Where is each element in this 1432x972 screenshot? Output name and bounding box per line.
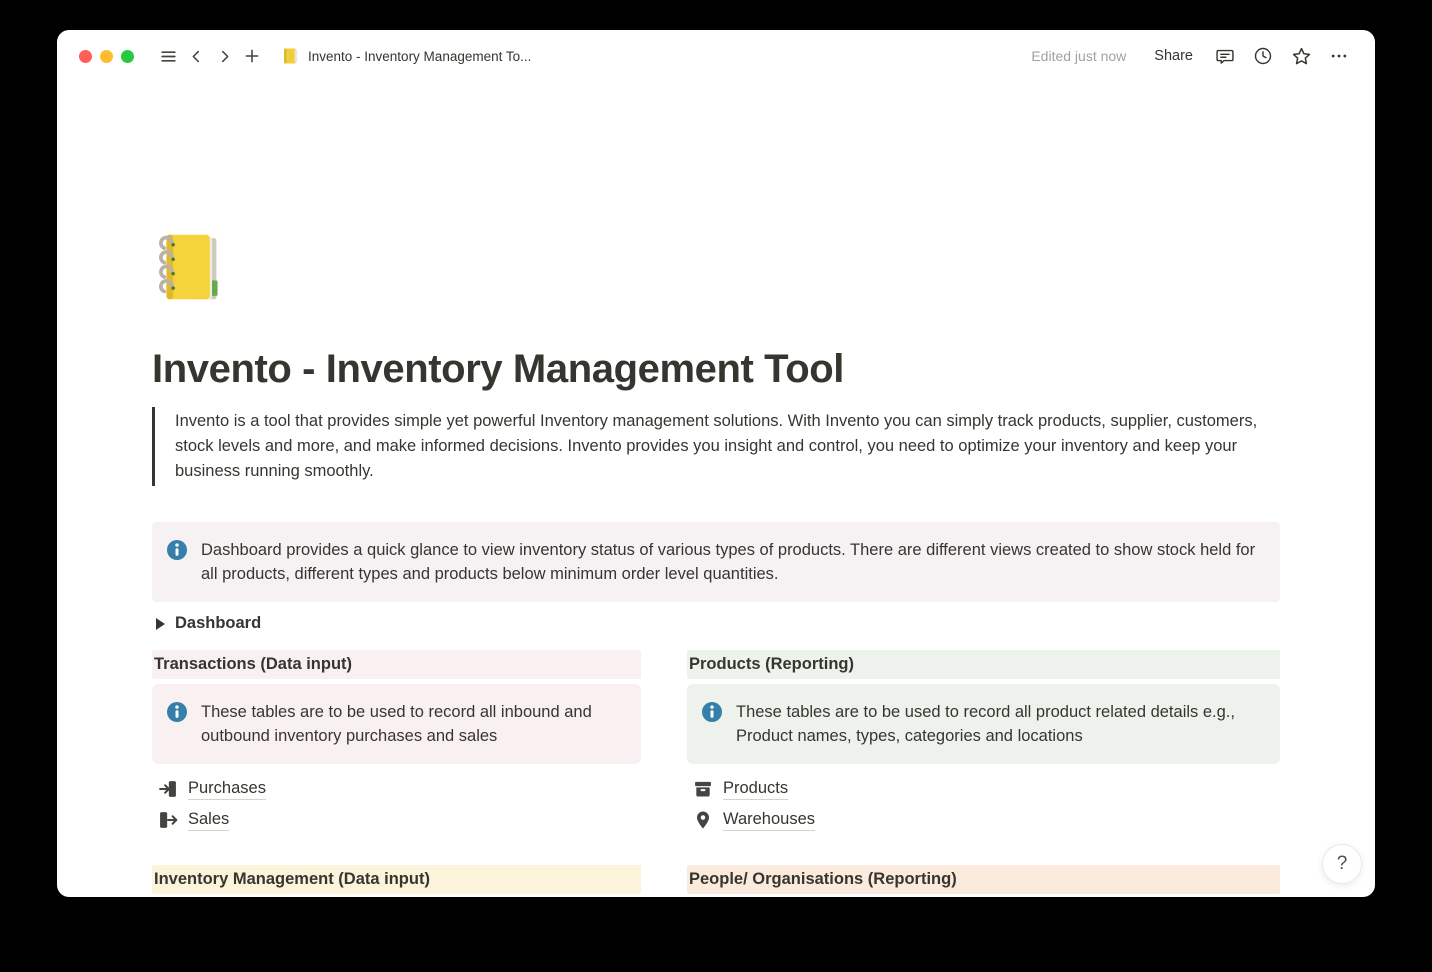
page-link-label: Warehouses [723, 808, 815, 831]
history-icon[interactable] [1249, 42, 1277, 70]
section-transactions: Transactions (Data input) These tables a… [152, 650, 641, 835]
page-link-label: Products [723, 777, 788, 800]
section-title: Products (Reporting) [689, 655, 854, 674]
section-header: People/ Organisations (Reporting) [687, 865, 1280, 894]
notebook-icon [282, 47, 300, 65]
toggle-arrow-icon [156, 618, 165, 630]
section-title: Transactions (Data input) [154, 655, 352, 674]
dashboard-callout-text: Dashboard provides a quick glance to vie… [201, 538, 1264, 586]
close-window-icon[interactable] [79, 50, 92, 63]
dashboard-toggle[interactable]: Dashboard [152, 614, 1280, 633]
section-links: Purchases Sales [152, 773, 641, 835]
zoom-window-icon[interactable] [121, 50, 134, 63]
dashboard-callout: Dashboard provides a quick glance to vie… [152, 522, 1280, 602]
info-icon [166, 539, 188, 561]
info-icon [701, 701, 723, 723]
share-button[interactable]: Share [1146, 44, 1201, 68]
title-bar: Invento - Inventory Management To... Edi… [57, 30, 1375, 82]
info-icon [166, 701, 188, 723]
section-people-organisations: People/ Organisations (Reporting) These … [687, 865, 1280, 897]
section-links: Products Warehouses [687, 773, 1280, 835]
section-header: Products (Reporting) [687, 650, 1280, 679]
page-icon-notebook[interactable] [152, 227, 232, 307]
section-callout: These tables are to be used to record al… [152, 684, 641, 764]
logout-icon [158, 810, 178, 830]
page-link-label: Sales [188, 808, 229, 831]
login-icon [158, 779, 178, 799]
forward-icon[interactable] [210, 42, 238, 70]
titlebar-actions: Edited just now Share [1031, 42, 1353, 70]
help-button[interactable]: ? [1322, 844, 1362, 884]
page-link-label: Purchases [188, 777, 266, 800]
section-callout-text: These tables are to be used to record al… [201, 700, 625, 748]
section-header: Transactions (Data input) [152, 650, 641, 679]
dashboard-toggle-label: Dashboard [175, 614, 261, 633]
comment-icon[interactable] [1211, 42, 1239, 70]
more-icon[interactable] [1325, 42, 1353, 70]
location-pin-icon [693, 810, 713, 830]
section-title: People/ Organisations (Reporting) [689, 870, 957, 889]
columns-row-1: Transactions (Data input) These tables a… [152, 650, 1280, 835]
section-callout: These tables are to be used to record al… [687, 684, 1280, 764]
app-window: Invento - Inventory Management To... Edi… [57, 30, 1375, 897]
back-icon[interactable] [182, 42, 210, 70]
edited-status: Edited just now [1031, 48, 1126, 64]
page-link-products[interactable]: Products [687, 773, 1280, 804]
page-link-purchases[interactable]: Purchases [152, 773, 641, 804]
section-header: Inventory Management (Data input) [152, 865, 641, 894]
tab-title-label: Invento - Inventory Management To... [308, 49, 531, 64]
page-link-warehouses[interactable]: Warehouses [687, 804, 1280, 835]
quote-block: Invento is a tool that provides simple y… [152, 407, 1280, 486]
page-body: Invento - Inventory Management Tool Inve… [152, 82, 1280, 897]
star-icon[interactable] [1287, 42, 1315, 70]
traffic-lights [79, 50, 134, 63]
menu-icon[interactable] [154, 42, 182, 70]
new-tab-icon[interactable] [238, 42, 266, 70]
page-title: Invento - Inventory Management Tool [152, 345, 1280, 393]
section-callout-text: These tables are to be used to record al… [736, 700, 1264, 748]
section-inventory-management: Inventory Management (Data input) These … [152, 865, 641, 897]
section-products: Products (Reporting) These tables are to… [687, 650, 1280, 835]
section-title: Inventory Management (Data input) [154, 870, 430, 889]
columns-row-2: Inventory Management (Data input) These … [152, 865, 1280, 897]
minimize-window-icon[interactable] [100, 50, 113, 63]
page-link-sales[interactable]: Sales [152, 804, 641, 835]
archive-box-icon [693, 779, 713, 799]
breadcrumb[interactable]: Invento - Inventory Management To... [282, 47, 531, 65]
